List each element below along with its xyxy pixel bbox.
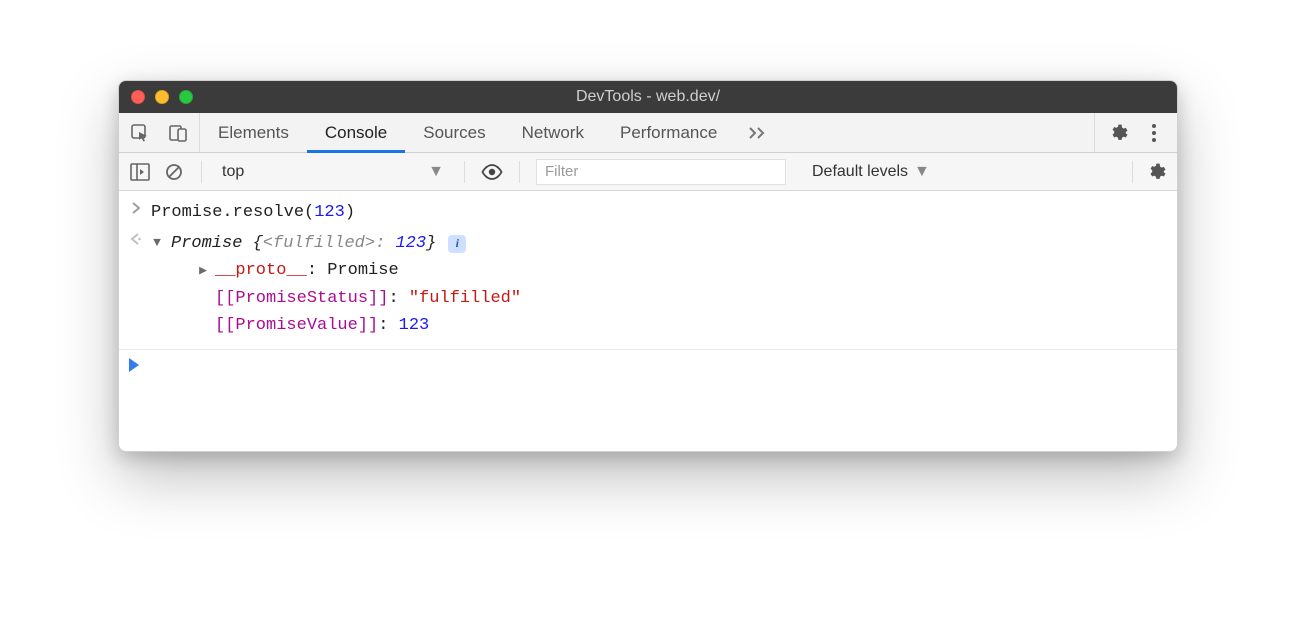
input-marker-icon <box>129 202 143 214</box>
log-levels-selector[interactable]: Default levels ▼ <box>812 163 930 181</box>
log-levels-label: Default levels <box>812 163 908 181</box>
console-result-row[interactable]: ▼ Promise {<fulfilled>: 123} i ▶ __proto… <box>119 228 1177 341</box>
console-settings-icon[interactable] <box>1145 161 1167 183</box>
filter-placeholder: Filter <box>545 163 578 180</box>
console-input-code: Promise.resolve(123) <box>151 199 1167 226</box>
tab-elements[interactable]: Elements <box>200 113 307 152</box>
console-prompt-row[interactable] <box>119 349 1177 386</box>
property-key: [[PromiseValue]] <box>215 316 378 335</box>
disclosure-triangle-closed-icon[interactable]: ▶ <box>197 261 209 282</box>
dropdown-caret-icon: ▼ <box>914 163 930 181</box>
titlebar: DevTools - web.dev/ <box>119 81 1177 113</box>
tab-label: Performance <box>620 123 717 143</box>
execution-context-selector[interactable]: top ▼ <box>218 163 448 181</box>
tab-label: Elements <box>218 123 289 143</box>
property-key: __proto__ <box>215 261 307 280</box>
object-property-row[interactable]: [[PromiseStatus]]: "fulfilled" <box>197 285 1167 312</box>
object-properties: ▶ __proto__: Promise [[PromiseStatus]]: … <box>151 257 1167 339</box>
property-key: [[PromiseStatus]] <box>215 289 388 308</box>
window-zoom-button[interactable] <box>179 90 193 104</box>
tab-label: Sources <box>423 123 485 143</box>
info-badge-icon[interactable]: i <box>448 235 466 253</box>
result-summary: Promise {<fulfilled>: 123} <box>171 230 436 257</box>
devtools-window: DevTools - web.dev/ Elements Console Sou… <box>118 80 1178 452</box>
overflow-tabs-button[interactable] <box>735 113 783 152</box>
property-value: 123 <box>399 316 430 335</box>
tab-performance[interactable]: Performance <box>602 113 735 152</box>
tab-label: Network <box>522 123 584 143</box>
filter-input[interactable]: Filter <box>536 159 786 185</box>
tab-label: Console <box>325 123 387 143</box>
inspect-element-icon[interactable] <box>129 122 151 144</box>
clear-console-icon[interactable] <box>163 161 185 183</box>
window-title: DevTools - web.dev/ <box>119 88 1177 106</box>
console-sidebar-toggle-icon[interactable] <box>129 161 151 183</box>
tabs-list: Elements Console Sources Network Perform… <box>200 113 735 152</box>
tab-sources[interactable]: Sources <box>405 113 503 152</box>
object-property-row[interactable]: ▶ __proto__: Promise <box>197 257 1167 284</box>
tab-network[interactable]: Network <box>504 113 602 152</box>
execution-context-label: top <box>222 163 244 181</box>
device-toolbar-icon[interactable] <box>167 122 189 144</box>
disclosure-triangle-open-icon[interactable]: ▼ <box>151 233 163 254</box>
console-body: Promise.resolve(123) ▼ Promise {<fulfill… <box>119 191 1177 451</box>
result-marker-icon <box>129 233 143 245</box>
console-result-content: ▼ Promise {<fulfilled>: 123} i ▶ __proto… <box>151 230 1167 339</box>
console-toolbar: top ▼ Filter Default levels ▼ <box>119 153 1177 191</box>
dropdown-caret-icon: ▼ <box>428 163 444 181</box>
prompt-arrow-icon <box>129 358 139 372</box>
window-minimize-button[interactable] <box>155 90 169 104</box>
window-traffic-lights <box>131 90 193 104</box>
settings-icon[interactable] <box>1107 122 1129 144</box>
main-tabs-bar: Elements Console Sources Network Perform… <box>119 113 1177 153</box>
window-close-button[interactable] <box>131 90 145 104</box>
property-value: "fulfilled" <box>409 289 521 308</box>
tab-console[interactable]: Console <box>307 113 405 152</box>
object-property-row[interactable]: [[PromiseValue]]: 123 <box>197 312 1167 339</box>
console-input-row[interactable]: Promise.resolve(123) <box>119 197 1177 228</box>
kebab-menu-icon[interactable] <box>1143 122 1165 144</box>
property-value: Promise <box>327 261 398 280</box>
live-expression-icon[interactable] <box>481 161 503 183</box>
